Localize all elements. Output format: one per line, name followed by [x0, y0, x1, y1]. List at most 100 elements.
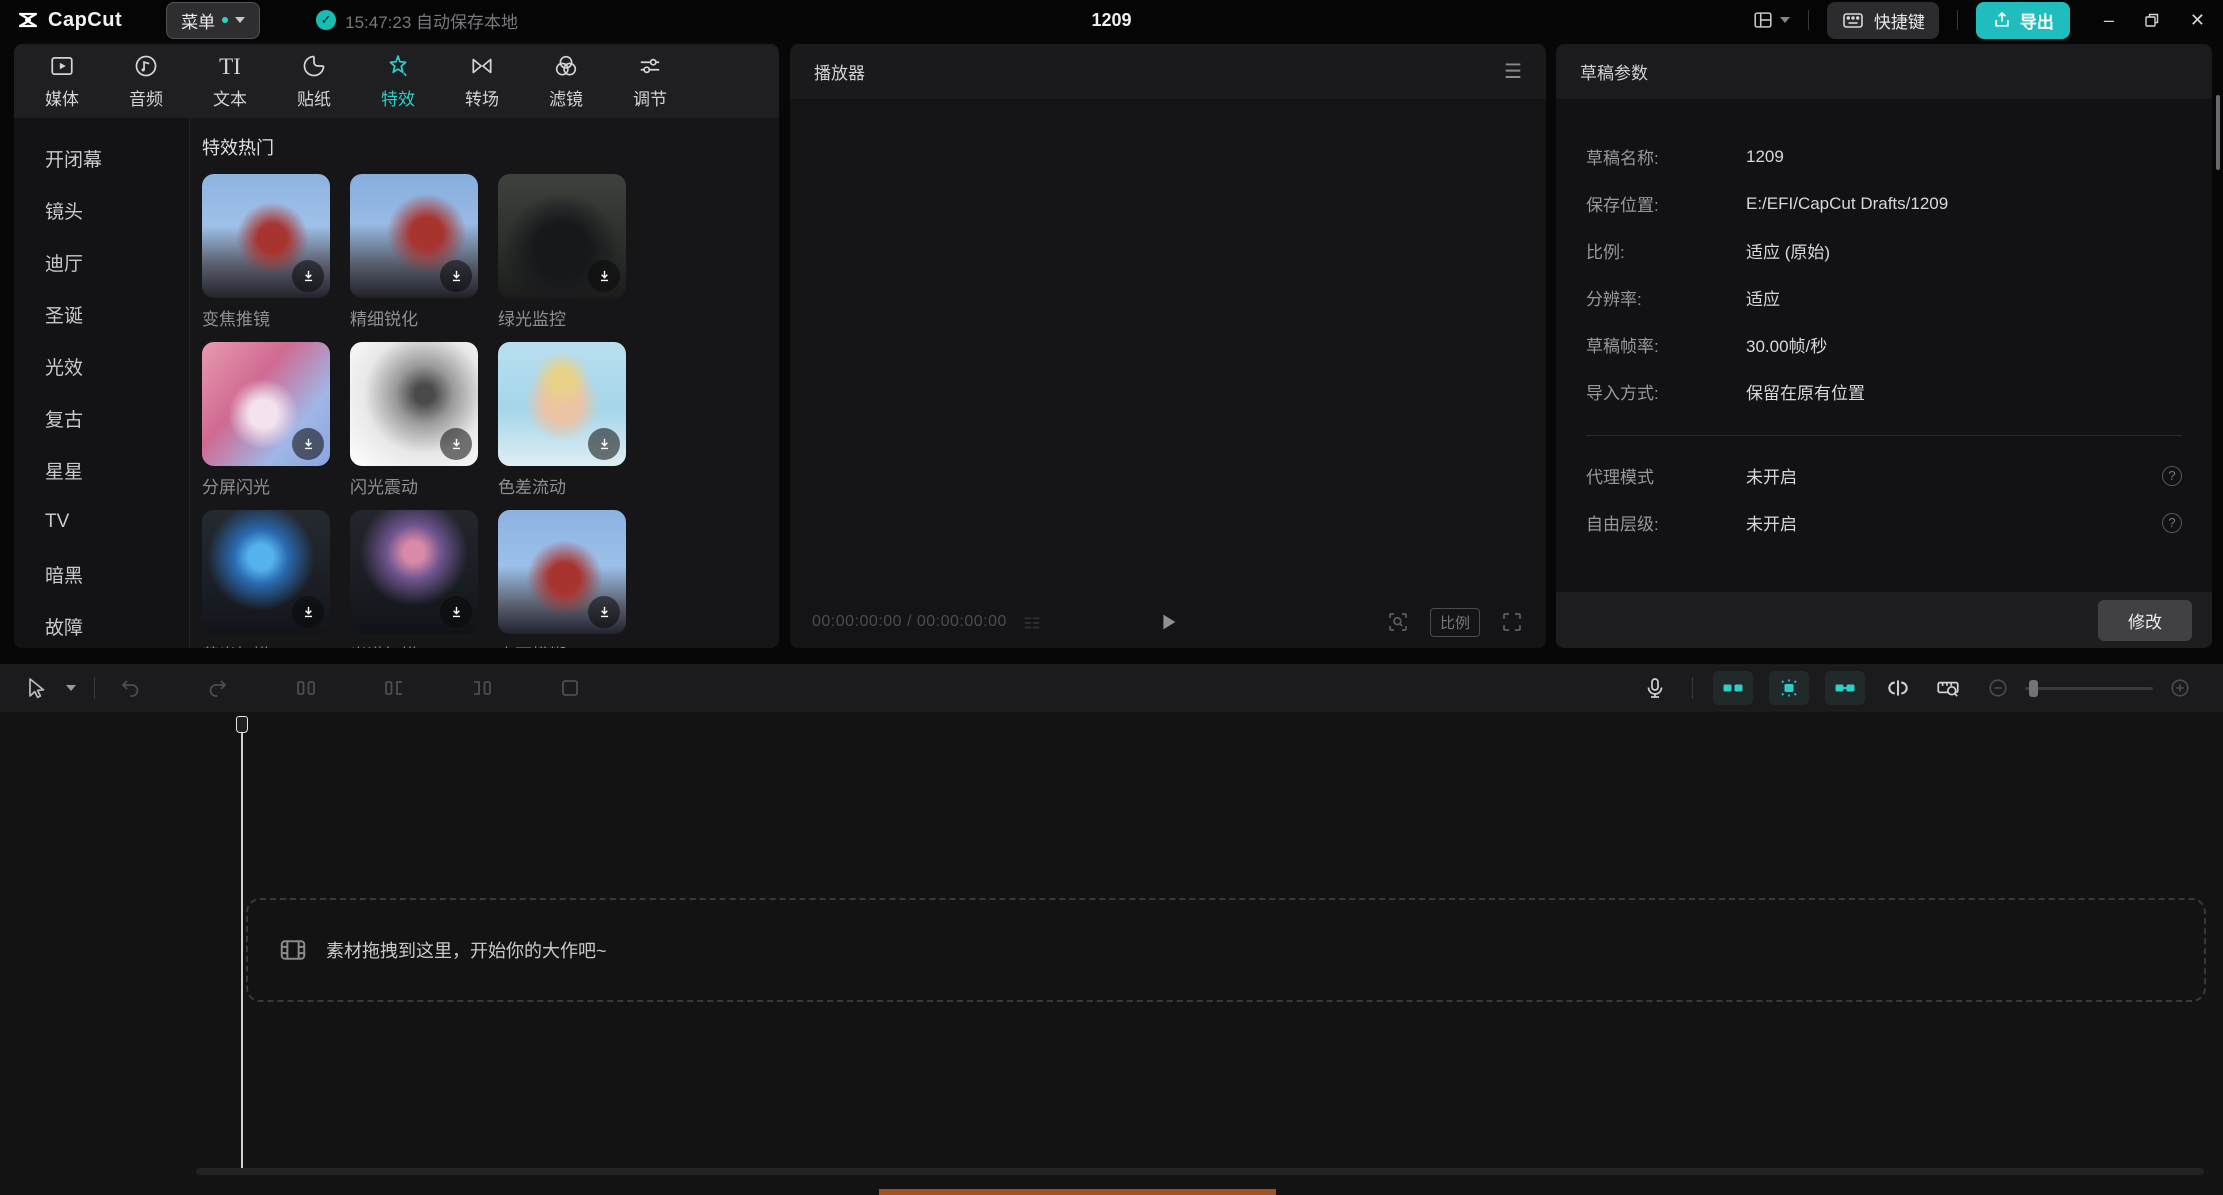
linkage-toggle[interactable] [1825, 671, 1865, 705]
chevron-down-icon[interactable] [66, 685, 76, 691]
auto-snap-toggle[interactable] [1769, 671, 1809, 705]
preview-axis-toggle[interactable] [1881, 671, 1915, 705]
global-preview-zoom-icon[interactable] [1931, 671, 1965, 705]
ratio-button[interactable]: 比例 [1430, 608, 1480, 637]
download-icon[interactable] [440, 428, 472, 460]
effect-thumbnail[interactable] [498, 174, 626, 298]
zoom-in-icon[interactable] [2163, 671, 2197, 705]
download-icon[interactable] [588, 260, 620, 292]
menu-badge-dot [222, 17, 228, 23]
freeze-frame-icon[interactable] [553, 671, 587, 705]
effect-label: 蓝光扫描 [202, 641, 330, 648]
restore-button[interactable] [2144, 12, 2160, 28]
tab-audio[interactable]: 音频 [104, 52, 188, 110]
effect-card[interactable]: 表面模糊 [498, 510, 626, 648]
close-button[interactable]: ✕ [2190, 11, 2205, 29]
effect-thumbnail[interactable] [202, 510, 330, 634]
category-opening-closing[interactable]: 开闭幕 [14, 132, 189, 184]
category-retro[interactable]: 复古 [14, 392, 189, 444]
category-disco[interactable]: 迪厅 [14, 236, 189, 288]
effect-card[interactable]: 绿光监控 [498, 174, 626, 330]
effect-thumbnail[interactable] [498, 342, 626, 466]
effect-card[interactable]: 闪光震动 [350, 342, 478, 498]
delete-right-icon[interactable] [465, 671, 499, 705]
timeline-zoom-control [1981, 671, 2197, 705]
effects-grid: 变焦推镜 精细锐化 绿光监控 [202, 174, 779, 648]
divider [94, 677, 95, 699]
modify-button[interactable]: 修改 [2098, 600, 2192, 641]
field-label: 保存位置: [1586, 191, 1746, 216]
preview-zoom-icon[interactable] [1386, 610, 1410, 634]
main-track-magnet-toggle[interactable] [1713, 671, 1753, 705]
audio-icon [133, 52, 159, 80]
media-drop-zone[interactable]: 素材拖拽到这里，开始你的大作吧~ [246, 898, 2206, 1002]
autosave-check-icon: ✓ [316, 10, 336, 30]
vertical-scrollbar[interactable] [2216, 95, 2220, 170]
effect-card[interactable]: 分屏闪光 [202, 342, 330, 498]
download-icon[interactable] [292, 596, 324, 628]
download-icon[interactable] [440, 260, 472, 292]
delete-left-icon[interactable] [377, 671, 411, 705]
play-button[interactable] [1157, 611, 1179, 633]
tab-transition[interactable]: 转场 [440, 52, 524, 110]
category-tv[interactable]: TV [14, 496, 189, 548]
effect-thumbnail[interactable] [350, 174, 478, 298]
effect-thumbnail[interactable] [202, 174, 330, 298]
timecode: 00:00:00:00 / 00:00:00:00 [812, 613, 1007, 631]
effect-label: 闪光震动 [350, 473, 478, 498]
effect-thumbnail[interactable] [202, 342, 330, 466]
download-icon[interactable] [588, 596, 620, 628]
effect-card[interactable]: 变焦推镜 [202, 174, 330, 330]
download-icon[interactable] [440, 596, 472, 628]
playhead-handle[interactable] [236, 716, 248, 733]
category-christmas[interactable]: 圣诞 [14, 288, 189, 340]
effect-card[interactable]: 光谱扫描 [350, 510, 478, 648]
download-icon[interactable] [292, 260, 324, 292]
category-camera[interactable]: 镜头 [14, 184, 189, 236]
menu-button[interactable]: 菜单 [166, 2, 260, 39]
player-menu-icon[interactable]: ☰ [1504, 59, 1522, 84]
select-cursor-icon[interactable] [18, 671, 52, 705]
field-value: 适应 [1746, 285, 1780, 310]
divider [1957, 10, 1958, 30]
fullscreen-icon[interactable] [1500, 610, 1524, 634]
tab-effects[interactable]: 特效 [356, 52, 440, 110]
effect-card[interactable]: 精细锐化 [350, 174, 478, 330]
timeline-area[interactable]: 素材拖拽到这里，开始你的大作吧~ [0, 712, 2223, 1195]
zoom-slider-track[interactable] [2025, 687, 2153, 690]
tab-filter[interactable]: 滤镜 [524, 52, 608, 110]
shortcuts-button[interactable]: 快捷键 [1827, 2, 1939, 39]
redo-icon[interactable] [201, 671, 235, 705]
minimize-button[interactable]: – [2104, 11, 2114, 29]
category-stars[interactable]: 星星 [14, 444, 189, 496]
download-icon[interactable] [292, 428, 324, 460]
record-voiceover-icon[interactable] [1638, 671, 1672, 705]
tab-media[interactable]: 媒体 [20, 52, 104, 110]
help-icon[interactable]: ? [2162, 466, 2182, 486]
field-value: E:/EFI/CapCut Drafts/1209 [1746, 194, 1948, 214]
effect-thumbnail[interactable] [498, 510, 626, 634]
category-light[interactable]: 光效 [14, 340, 189, 392]
horizontal-scrollbar[interactable] [196, 1168, 2204, 1175]
effect-thumbnail[interactable] [350, 510, 478, 634]
adjust-icon [637, 52, 663, 80]
undo-icon[interactable] [113, 671, 147, 705]
tab-adjust[interactable]: 调节 [608, 52, 692, 110]
effect-card[interactable]: 色差流动 [498, 342, 626, 498]
effect-card[interactable]: 蓝光扫描 [202, 510, 330, 648]
export-button[interactable]: 导出 [1976, 2, 2070, 39]
zoom-slider-thumb[interactable] [2029, 680, 2038, 697]
category-dark[interactable]: 暗黑 [14, 548, 189, 600]
tab-sticker[interactable]: 贴纸 [272, 52, 356, 110]
category-glitch[interactable]: 故障 [14, 600, 189, 648]
help-icon[interactable]: ? [2162, 513, 2182, 533]
effect-thumbnail[interactable] [350, 342, 478, 466]
tab-text[interactable]: TI 文本 [188, 52, 272, 110]
zoom-out-icon[interactable] [1981, 671, 2015, 705]
split-icon[interactable] [289, 671, 323, 705]
field-label: 自由层级: [1586, 510, 1746, 535]
layout-switch-button[interactable] [1752, 9, 1790, 31]
download-icon[interactable] [588, 428, 620, 460]
text-icon: TI [219, 52, 241, 80]
draft-field-resolution: 分辨率: 适应 [1586, 274, 2182, 321]
